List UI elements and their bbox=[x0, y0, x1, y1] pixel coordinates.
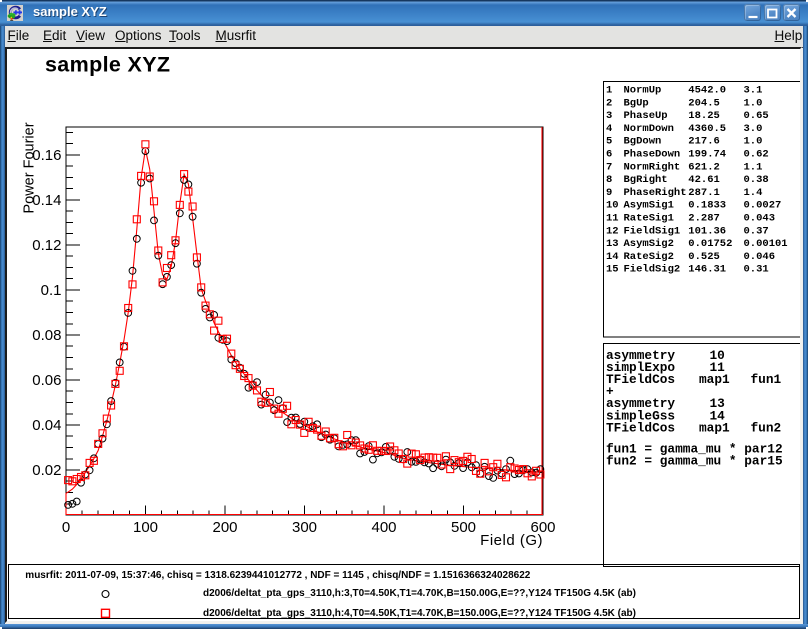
svg-text:NormUp: NormUp bbox=[624, 85, 662, 97]
svg-text:AsymSig2: AsymSig2 bbox=[624, 238, 674, 250]
svg-text:0.1: 0.1 bbox=[41, 282, 62, 299]
svg-text:3.0: 3.0 bbox=[744, 123, 763, 135]
svg-text:12: 12 bbox=[606, 225, 619, 237]
svg-text:d2006/deltat_pta_gps_3110,h:4,: d2006/deltat_pta_gps_3110,h:4,T0=4.50K,T… bbox=[203, 608, 636, 619]
svg-text:4: 4 bbox=[606, 123, 612, 135]
svg-text:217.6: 217.6 bbox=[688, 136, 720, 148]
svg-text:0.12: 0.12 bbox=[32, 237, 61, 254]
svg-text:5: 5 bbox=[606, 136, 612, 148]
svg-text:18.25: 18.25 bbox=[688, 110, 720, 122]
svg-text:PhaseUp: PhaseUp bbox=[624, 110, 668, 122]
svg-text:fun2 = gamma_mu * par15: fun2 = gamma_mu * par15 bbox=[606, 453, 783, 468]
svg-text:AsymSig1: AsymSig1 bbox=[624, 200, 674, 212]
svg-text:0.65: 0.65 bbox=[744, 110, 769, 122]
svg-text:1.1: 1.1 bbox=[744, 161, 763, 173]
svg-text:0.38: 0.38 bbox=[744, 174, 769, 186]
svg-text:2: 2 bbox=[606, 97, 612, 109]
svg-text:300: 300 bbox=[292, 519, 317, 536]
svg-text:fun2: fun2 bbox=[751, 420, 782, 435]
svg-text:204.5: 204.5 bbox=[688, 97, 720, 109]
svg-text:0.37: 0.37 bbox=[744, 225, 769, 237]
svg-text:BgRight: BgRight bbox=[624, 174, 668, 186]
svg-text:1.0: 1.0 bbox=[744, 97, 763, 109]
svg-text:0.01752: 0.01752 bbox=[688, 238, 732, 250]
svg-text:Field (G): Field (G) bbox=[480, 532, 543, 549]
svg-text:1.4: 1.4 bbox=[744, 187, 763, 199]
svg-text:42.61: 42.61 bbox=[688, 174, 720, 186]
svg-text:6: 6 bbox=[606, 149, 612, 161]
svg-text:146.31: 146.31 bbox=[688, 264, 726, 276]
svg-text:TFieldCos: TFieldCos bbox=[606, 420, 675, 435]
svg-text:14: 14 bbox=[606, 251, 619, 263]
svg-text:BgUp: BgUp bbox=[624, 97, 649, 109]
svg-text:0.0027: 0.0027 bbox=[744, 200, 782, 212]
svg-text:100: 100 bbox=[133, 519, 158, 536]
svg-text:4360.5: 4360.5 bbox=[688, 123, 726, 135]
svg-text:musrfit: 2011-07-09, 15:37:46,: musrfit: 2011-07-09, 15:37:46, chisq = 1… bbox=[25, 570, 531, 581]
svg-text:map1: map1 bbox=[699, 420, 730, 435]
svg-text:0.62: 0.62 bbox=[744, 149, 769, 161]
svg-text:sample XYZ: sample XYZ bbox=[45, 53, 170, 77]
svg-text:0.1833: 0.1833 bbox=[688, 200, 726, 212]
svg-text:0: 0 bbox=[62, 519, 70, 536]
svg-text:NormDown: NormDown bbox=[624, 123, 674, 135]
svg-text:RateSig1: RateSig1 bbox=[624, 213, 674, 225]
svg-text:0.00101: 0.00101 bbox=[744, 238, 788, 250]
svg-text:FieldSig2: FieldSig2 bbox=[624, 264, 681, 276]
svg-text:0.06: 0.06 bbox=[32, 372, 61, 389]
svg-text:13: 13 bbox=[606, 238, 619, 250]
svg-text:0.046: 0.046 bbox=[744, 251, 776, 263]
svg-text:7: 7 bbox=[606, 161, 612, 173]
svg-text:fun1: fun1 bbox=[751, 372, 782, 387]
svg-text:400: 400 bbox=[371, 519, 396, 536]
svg-text:2.287: 2.287 bbox=[688, 213, 720, 225]
svg-text:500: 500 bbox=[451, 519, 476, 536]
svg-text:Power Fourier: Power Fourier bbox=[22, 122, 38, 213]
svg-text:PhaseRight: PhaseRight bbox=[624, 187, 687, 199]
svg-text:RateSig2: RateSig2 bbox=[624, 251, 674, 263]
svg-text:11: 11 bbox=[606, 213, 619, 225]
svg-text:0.08: 0.08 bbox=[32, 327, 61, 344]
svg-text:287.1: 287.1 bbox=[688, 187, 720, 199]
svg-text:0.525: 0.525 bbox=[688, 251, 720, 263]
svg-text:200: 200 bbox=[212, 519, 237, 536]
svg-text:d2006/deltat_pta_gps_3110,h:3,: d2006/deltat_pta_gps_3110,h:3,T0=4.50K,T… bbox=[203, 588, 636, 599]
svg-text:PhaseDown: PhaseDown bbox=[624, 149, 681, 161]
svg-text:0.043: 0.043 bbox=[744, 213, 776, 225]
svg-text:9: 9 bbox=[606, 187, 612, 199]
svg-text:0.31: 0.31 bbox=[744, 264, 769, 276]
svg-text:199.74: 199.74 bbox=[688, 149, 726, 161]
svg-text:0.04: 0.04 bbox=[32, 417, 61, 434]
svg-text:0.02: 0.02 bbox=[32, 462, 61, 479]
svg-text:map1: map1 bbox=[699, 372, 730, 387]
svg-text:10: 10 bbox=[606, 200, 619, 212]
svg-text:621.2: 621.2 bbox=[688, 161, 720, 173]
svg-text:1.0: 1.0 bbox=[744, 136, 763, 148]
svg-text:15: 15 bbox=[606, 264, 619, 276]
svg-text:TFieldCos: TFieldCos bbox=[606, 372, 675, 387]
svg-text:3: 3 bbox=[606, 110, 612, 122]
svg-text:1: 1 bbox=[606, 85, 612, 97]
svg-text:3.1: 3.1 bbox=[744, 85, 763, 97]
svg-text:BgDown: BgDown bbox=[624, 136, 662, 148]
svg-text:101.36: 101.36 bbox=[688, 225, 726, 237]
svg-text:4542.0: 4542.0 bbox=[688, 85, 726, 97]
svg-text:FieldSig1: FieldSig1 bbox=[624, 225, 681, 237]
svg-text:8: 8 bbox=[606, 174, 612, 186]
svg-text:NormRight: NormRight bbox=[624, 161, 681, 173]
